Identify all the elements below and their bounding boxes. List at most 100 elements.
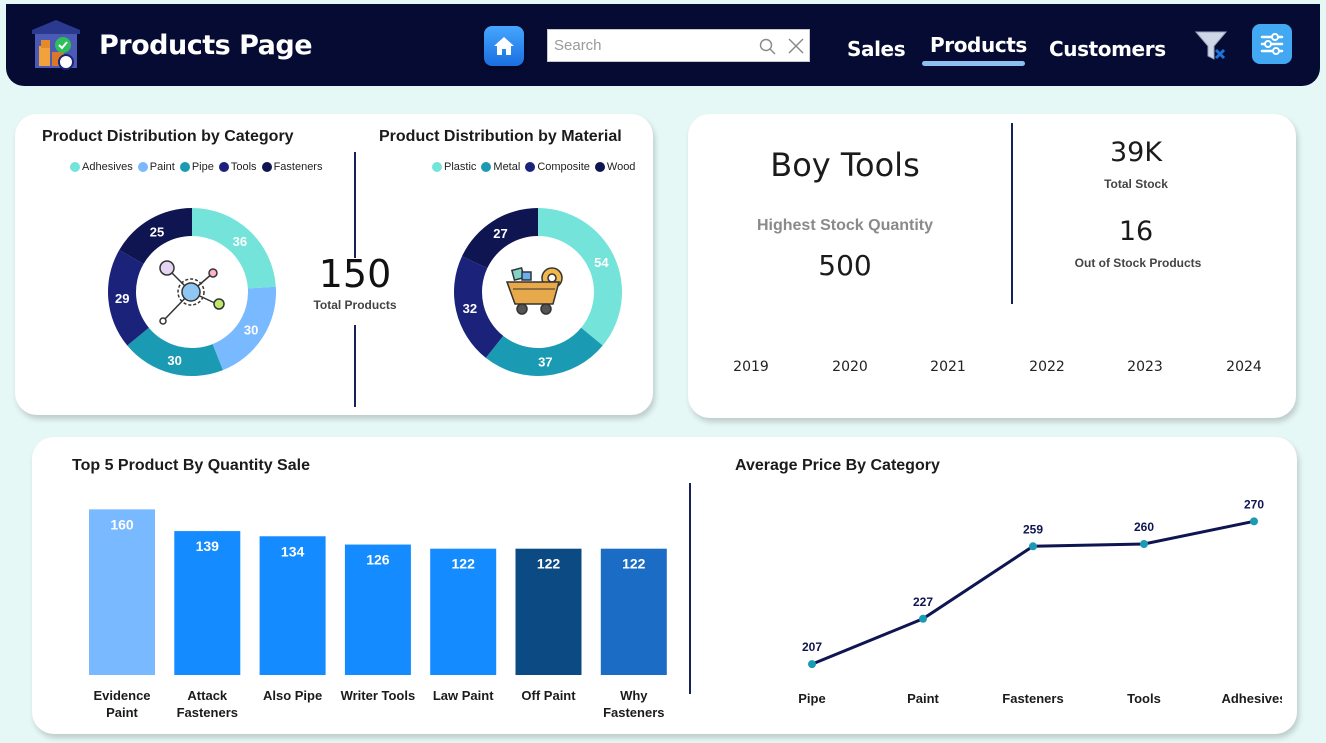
donut-data-label: 30 <box>244 323 258 338</box>
legend-label: Adhesives <box>82 161 133 173</box>
bar-category-label: Fasteners <box>603 705 664 720</box>
search-input[interactable] <box>554 37 744 54</box>
donut-data-label: 37 <box>538 355 552 370</box>
legend-label: Paint <box>149 161 175 173</box>
bar[interactable] <box>89 509 155 675</box>
bar-data-label: 122 <box>537 556 561 572</box>
legend-swatch <box>481 162 492 172</box>
bar-data-label: 134 <box>281 543 305 559</box>
out-of-stock-value: 16 <box>1118 216 1154 247</box>
legend-item[interactable]: Tools <box>218 161 257 173</box>
warehouse-logo-icon <box>28 16 84 72</box>
divider <box>689 483 691 694</box>
line-data-label: 270 <box>1244 497 1264 511</box>
line-category-label: Paint <box>907 691 939 706</box>
donut-data-label: 29 <box>115 291 129 306</box>
out-of-stock-label: Out of Stock Products <box>1074 256 1202 270</box>
total-stock-label: Total Stock <box>1104 177 1168 191</box>
year-option[interactable]: 2024 <box>1221 359 1267 375</box>
year-option[interactable]: 2021 <box>925 359 971 375</box>
nav-customers[interactable]: Customers <box>1049 37 1166 61</box>
legend-label: Fasteners <box>273 161 323 173</box>
legend-item[interactable]: Paint <box>137 161 175 173</box>
bar-category-label: Evidence <box>93 688 150 703</box>
stock-card: Boy Tools Highest Stock Quantity 500 39K… <box>688 114 1296 418</box>
home-button[interactable] <box>484 26 524 66</box>
legend-item[interactable]: Fasteners <box>261 161 323 173</box>
line-data-label: 260 <box>1134 520 1154 534</box>
legend-label: Pipe <box>191 161 214 173</box>
donut-slice-composite[interactable] <box>454 256 504 358</box>
bar-category-label: Fasteners <box>177 705 238 720</box>
year-option[interactable]: 2019 <box>728 359 774 375</box>
line-data-label: 259 <box>1023 522 1043 536</box>
line-point[interactable] <box>919 614 927 623</box>
category-legend: Adhesives Paint Pipe Tools Fasteners <box>70 161 322 173</box>
legend-swatch <box>218 162 229 172</box>
legend-swatch <box>179 162 190 172</box>
search-icon[interactable] <box>759 38 777 56</box>
nav-sales[interactable]: Sales <box>847 37 906 61</box>
bar-category-label: Writer Tools <box>341 688 416 703</box>
legend-label: Wood <box>606 161 636 173</box>
settings-button[interactable] <box>1252 24 1292 64</box>
nav-products[interactable]: Products <box>930 33 1027 57</box>
total-products-label: Total Products <box>313 298 397 312</box>
legend-swatch <box>70 162 80 172</box>
year-option[interactable]: 2022 <box>1024 359 1070 375</box>
active-nav-indicator <box>922 61 1025 66</box>
legend-item[interactable]: Wood <box>594 161 636 173</box>
line-point[interactable] <box>1140 540 1148 548</box>
legend-item[interactable]: Adhesives <box>70 161 133 173</box>
legend-item[interactable]: Plastic <box>432 161 476 173</box>
legend-label: Tools <box>230 161 257 173</box>
legend-item[interactable]: Metal <box>481 161 520 173</box>
line-data-label: 207 <box>802 640 822 654</box>
sales-card: Top 5 Product By Quantity Sale 160 Eviden… <box>32 437 1297 734</box>
sliders-icon <box>1260 33 1284 55</box>
bar-chart[interactable]: 160 Evidence Paint 139 Attack Fasteners 134 Als… <box>72 492 682 732</box>
legend-swatch <box>137 162 148 172</box>
donut-data-label: 30 <box>167 353 181 368</box>
search-box[interactable] <box>547 29 810 62</box>
donut-data-label: 27 <box>493 226 507 241</box>
bar-category-label: Paint <box>106 705 138 720</box>
line-chart-title: Average Price By Category <box>735 457 940 474</box>
legend-label: Composite <box>537 161 590 173</box>
clear-filter-icon[interactable] <box>1193 28 1229 64</box>
year-option[interactable]: 2023 <box>1122 359 1168 375</box>
bar-data-label: 126 <box>366 552 390 568</box>
brand-text: Boy Tools <box>770 146 920 184</box>
donut-data-label: 54 <box>594 255 609 270</box>
year-option[interactable]: 2020 <box>827 359 873 375</box>
bar-category-label: Why <box>620 688 648 703</box>
legend-item[interactable]: Pipe <box>179 161 214 173</box>
bar-category-label: Off Paint <box>521 688 576 703</box>
line-category-label: Adhesives <box>1221 691 1282 706</box>
bar-category-label: Also Pipe <box>263 688 322 703</box>
distribution-card: Product Distribution by Category Adhesiv… <box>15 114 653 415</box>
divider <box>354 152 356 258</box>
line-category-label: Tools <box>1127 691 1161 706</box>
total-products-value: 150 <box>318 252 392 296</box>
bar-data-label: 160 <box>110 516 134 532</box>
category-chart-title: Product Distribution by Category <box>42 128 294 145</box>
legend-label: Metal <box>493 161 521 173</box>
line-chart[interactable]: 207 Pipe 227 Paint 259 Fasteners 260 Tools 270 Ad… <box>732 492 1282 732</box>
material-chart-title: Product Distribution by Material <box>379 128 622 145</box>
home-icon <box>494 37 514 55</box>
line-point[interactable] <box>808 660 816 669</box>
line-category-label: Fasteners <box>1002 691 1063 706</box>
line-point[interactable] <box>1250 517 1258 526</box>
highest-stock-label: Highest Stock Quantity <box>756 217 934 234</box>
bar-data-label: 139 <box>196 538 220 554</box>
legend-swatch <box>525 162 536 172</box>
legend-item[interactable]: Composite <box>525 161 590 173</box>
bar-category-label: Law Paint <box>433 688 494 703</box>
legend-swatch <box>432 162 442 172</box>
bar-data-label: 122 <box>452 556 476 572</box>
divider <box>354 325 356 407</box>
line-category-label: Pipe <box>798 691 825 706</box>
close-icon[interactable] <box>787 37 805 55</box>
line-point[interactable] <box>1029 542 1037 551</box>
